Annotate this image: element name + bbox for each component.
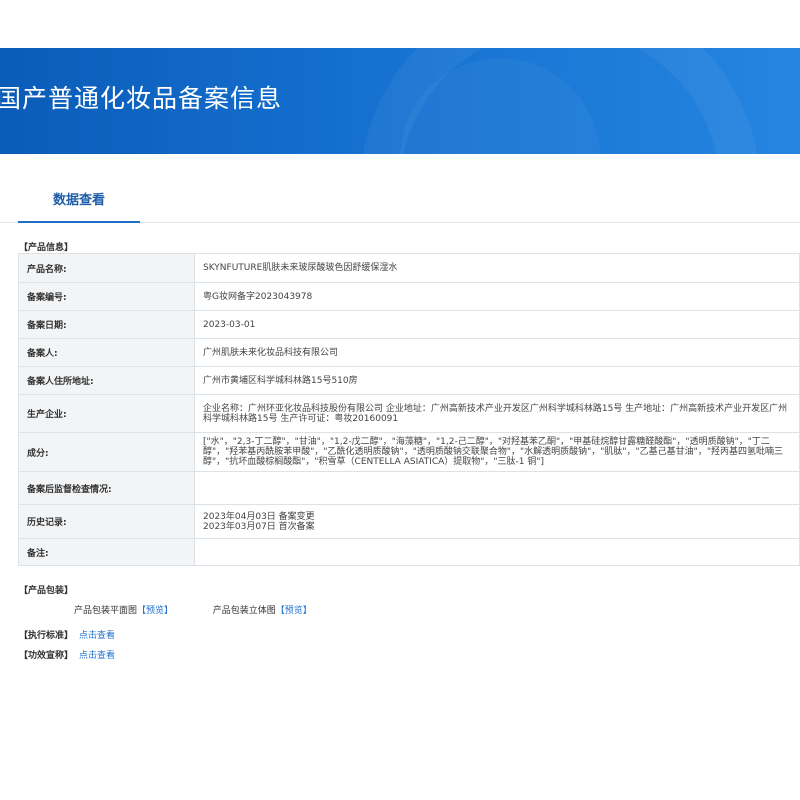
packaging-flat-preview-link[interactable]: 【预览】 (137, 603, 173, 616)
packaging-3d-label: 产品包装立体图 (212, 606, 276, 616)
row-value-filing-date: 2023-03-01 (194, 310, 800, 339)
efficacy-view-link[interactable]: 点击查看 (79, 651, 115, 661)
table-row: 成分: ["水"，"2,3-丁二醇"，"甘油"，"1,2-戊二醇"，"海藻糖"，… (18, 432, 800, 472)
packaging-flat-label: 产品包装平面图 (74, 606, 138, 616)
row-value-ingredients: ["水"，"2,3-丁二醇"，"甘油"，"1,2-戊二醇"，"海藻糖"，"1,2… (194, 432, 800, 472)
table-row: 备注: (18, 538, 800, 566)
packaging-row: 产品包装平面图【预览】 产品包装立体图【预览】 (74, 603, 312, 616)
tab-data-view[interactable]: 数据查看 (18, 186, 140, 223)
efficacy-row: 【功效宣称】 点击查看 (19, 648, 115, 661)
row-value-filer-address: 广州市黄埔区科学城科林路15号510房 (194, 366, 800, 395)
standard-row: 【执行标准】 点击查看 (19, 628, 115, 641)
row-label-remarks: 备注: (18, 538, 195, 566)
row-label-product-name: 产品名称: (18, 253, 195, 283)
product-info-section-title: 【产品信息】 (19, 243, 74, 253)
row-value-history: 2023年04月03日 备案变更 2023年03月07日 首次备案 (194, 504, 800, 539)
page-title: 国产普通化妆品备案信息 (0, 84, 283, 113)
history-entry: 2023年03月07日 首次备案 (203, 521, 315, 532)
product-info-table: 产品名称: SKYNFUTURE肌肤未来玻尿酸玻色因舒缓保湿水 备案编号: 粤G… (18, 253, 800, 566)
row-label-manufacturer: 生产企业: (18, 394, 195, 433)
row-value-supervision (194, 471, 800, 505)
packaging-section-title: 【产品包装】 (19, 586, 74, 596)
row-value-manufacturer: 企业名称：广州环亚化妆品科技股份有限公司 企业地址：广州高新技术产业开发区广州科… (194, 394, 800, 433)
standard-label: 【执行标准】 (19, 631, 74, 641)
efficacy-label: 【功效宣称】 (19, 651, 74, 661)
table-row: 备案日期: 2023-03-01 (18, 310, 800, 339)
standard-view-link[interactable]: 点击查看 (79, 631, 115, 641)
row-label-supervision: 备案后监督检查情况: (18, 471, 195, 505)
table-row: 备案人住所地址: 广州市黄埔区科学城科林路15号510房 (18, 366, 800, 395)
row-value-filing-number: 粤G妆网备字2023043978 (194, 282, 800, 311)
row-label-filing-date: 备案日期: (18, 310, 195, 339)
table-row: 生产企业: 企业名称：广州环亚化妆品科技股份有限公司 企业地址：广州高新技术产业… (18, 394, 800, 433)
table-row: 备案编号: 粤G妆网备字2023043978 (18, 282, 800, 311)
table-row: 历史记录: 2023年04月03日 备案变更 2023年03月07日 首次备案 (18, 504, 800, 539)
table-row: 备案人: 广州肌肤未来化妆品科技有限公司 (18, 338, 800, 367)
row-label-filer-address: 备案人住所地址: (18, 366, 195, 395)
row-value-remarks (194, 538, 800, 566)
history-entry: 2023年04月03日 备案变更 (203, 511, 315, 522)
table-row: 产品名称: SKYNFUTURE肌肤未来玻尿酸玻色因舒缓保湿水 (18, 253, 800, 283)
packaging-3d-preview-link[interactable]: 【预览】 (276, 603, 312, 616)
row-label-filer: 备案人: (18, 338, 195, 367)
header-banner: 国产普通化妆品备案信息 (0, 48, 800, 154)
tab-bar: 数据查看 (0, 186, 800, 223)
row-label-filing-number: 备案编号: (18, 282, 195, 311)
row-label-ingredients: 成分: (18, 432, 195, 472)
row-label-history: 历史记录: (18, 504, 195, 539)
table-row: 备案后监督检查情况: (18, 471, 800, 505)
row-value-filer: 广州肌肤未来化妆品科技有限公司 (194, 338, 800, 367)
row-value-product-name: SKYNFUTURE肌肤未来玻尿酸玻色因舒缓保湿水 (194, 253, 800, 283)
